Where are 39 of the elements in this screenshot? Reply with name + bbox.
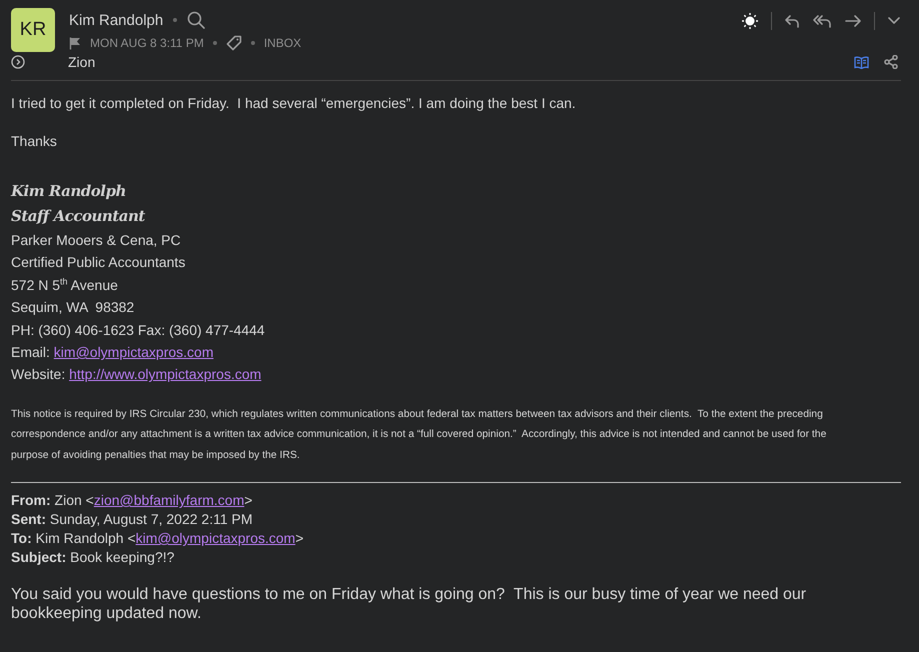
recipient-name: Zion: [68, 54, 96, 70]
search-icon[interactable]: [187, 11, 206, 29]
quoted-header-line: From: Zion <zion@bbfamilyfarm.com>: [11, 491, 254, 510]
tag-icon[interactable]: [226, 35, 242, 51]
email-link[interactable]: zion@bbfamilyfarm.com: [94, 492, 244, 508]
sender-name[interactable]: Kim Randolph: [69, 12, 164, 28]
email-link[interactable]: kim@olympictaxpros.com: [54, 344, 214, 360]
signature-line: Website: http://www.olympictaxpros.com: [11, 365, 262, 384]
legal-notice: purpose of avoiding penalties that may be imposed by the IRS.: [11, 448, 301, 463]
reply-icon[interactable]: [784, 13, 800, 29]
message-paragraph: I tried to get it completed on Friday. I had several “emergencies”. I am doing the best I can.: [11, 94, 577, 113]
message-paragraph: Thanks: [11, 132, 58, 151]
chevron-down-icon[interactable]: [887, 16, 901, 26]
expand-icon[interactable]: [11, 55, 25, 69]
quoted-header-line: Sent: Sunday, August 7, 2022 2:11 PM: [11, 510, 254, 530]
avatar: KR: [11, 8, 55, 52]
share-icon[interactable]: [884, 55, 898, 69]
folder-label[interactable]: INBOX: [264, 36, 302, 50]
signature-line: Parker Mooers & Cena, PC: [11, 231, 182, 250]
forward-icon[interactable]: [844, 13, 862, 29]
quoted-message: You said you would have questions to me on Friday what is going on? This is our busy time of year we need our bookkeeping updated now.: [11, 585, 808, 624]
signature-line: 572 N 5$^{th}$ Avenue: [11, 275, 119, 295]
email-link[interactable]: http://www.olympictaxpros.com: [69, 366, 262, 382]
signature-line: Sequim, WA 98382: [11, 298, 136, 318]
legal-notice: correspondence and/or any attachment is a written tax advice communication, it is not a “full covered opinion.” Accordingly, this advice is not intended and cannot be used for the: [11, 428, 828, 442]
signature-line: PH: (360) 406-1623 Fax: (360) 477-4444: [11, 320, 266, 340]
quoted-header-line: Subject: Book keeping?!?: [11, 548, 176, 568]
signature-text: Staff Accountant: [11, 206, 146, 227]
email-link[interactable]: kim@olympictaxpros.com: [136, 530, 296, 546]
book-icon[interactable]: [854, 56, 869, 68]
signature-text: Kim Randolph: [11, 181, 127, 202]
reply-all-icon[interactable]: [812, 13, 832, 29]
signature-line: Email: kim@olympictaxpros.com: [11, 343, 214, 362]
date-text: MON AUG 8 3:11 PM: [90, 36, 204, 50]
quoted-header-line: To: Kim Randolph <kim@olympictaxpros.com>: [11, 529, 305, 548]
flag-icon[interactable]: [69, 36, 81, 50]
brightness-icon[interactable]: [741, 12, 759, 30]
legal-notice: This notice is required by IRS Circular 230, which regulates written communications about federal tax matters between tax advisors and their clients. To the extent the preceding: [11, 408, 824, 422]
signature-line: Certified Public Accountants: [11, 253, 186, 272]
